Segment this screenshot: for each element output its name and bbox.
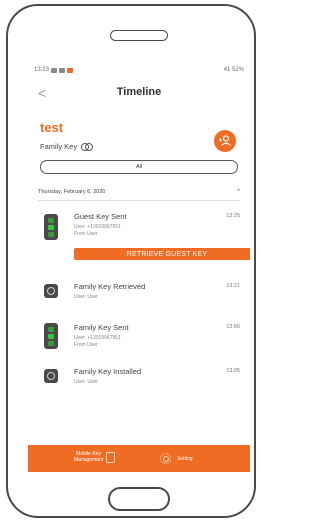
gear-icon [160,453,171,464]
timeline-event: Family Key Installed 13:05 User: User [38,367,240,391]
nav-label: Setting [177,455,193,462]
key-retrieved-icon [44,284,58,298]
phone-frame: 13:23 41 52% < Timeline test Family Key … [6,4,256,518]
event-time: 13:06 [226,324,240,330]
key-installed-icon [44,369,58,383]
link-icon [81,143,94,151]
key-type-row: Family Key [40,142,94,151]
status-bar: 13:23 41 52% [28,62,250,78]
key-name: test [40,120,64,135]
phone-key-icon [106,451,116,463]
app-notification-icon [67,67,74,73]
home-button[interactable] [108,487,170,511]
nav-label-line: Management [74,457,104,463]
event-time: 13:05 [226,368,240,374]
event-detail: User: +13919067951 [74,335,121,341]
header: < Timeline [28,82,250,104]
notification-icon [59,67,66,73]
event-title: Family Key Installed [74,367,142,376]
status-indicators: 41 52% [223,67,244,73]
event-detail: User: User [74,294,98,300]
status-time: 13:23 [34,67,50,73]
event-title: Family Key Sent [74,323,129,332]
filter-all-button[interactable]: All [40,160,238,174]
event-detail: User: User [74,379,98,385]
event-time: 13:25 [226,213,240,219]
event-detail: From User [74,342,98,348]
timeline-event: Family Key Sent 13:06 User: +13919067951… [38,323,240,353]
event-title: Guest Key Sent [74,212,127,221]
key-device-icon [44,323,58,349]
phone-speaker [110,30,168,41]
page-title: Timeline [116,86,162,98]
event-title: Family Key Retrieved [74,282,146,291]
share-key-button[interactable] [214,130,236,152]
share-key-icon [219,135,231,146]
date-label: Thursday, February 6, 2020 [38,189,106,195]
event-detail: From User [74,231,98,237]
chevron-up-icon[interactable]: ^ [237,189,240,197]
divider [38,200,240,201]
nav-mobile-key-management[interactable]: Mobile Key Management [74,451,116,463]
event-detail: User: +13919067951 [74,224,121,230]
key-type-label: Family Key [40,142,78,151]
retrieve-guest-key-button[interactable]: RETRIEVE GUEST KEY [74,248,250,260]
notification-icon [51,67,58,73]
timeline-event: Guest Key Sent 13:25 User: +13919067951 … [38,212,240,270]
timeline-event: Family Key Retrieved 13:21 User: User [38,282,240,306]
bottom-nav: Mobile Key Management Setting [28,445,250,472]
nav-label: Mobile Key Management [74,451,103,463]
key-device-icon [44,214,58,240]
event-time: 13:21 [226,283,240,289]
nav-setting[interactable]: Setting [160,453,193,464]
app-screen: 13:23 41 52% < Timeline test Family Key … [28,62,250,472]
date-group-header[interactable]: Thursday, February 6, 2020 ^ [38,189,240,197]
